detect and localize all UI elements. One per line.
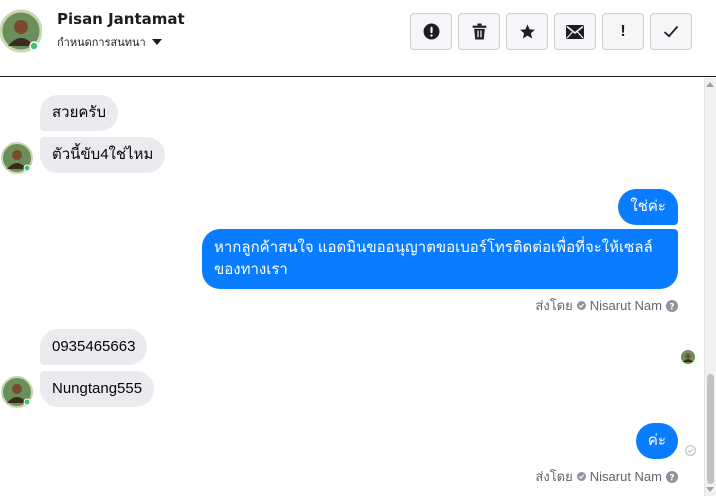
incoming-message[interactable]: Nungtang555 xyxy=(40,371,155,407)
sent-check-icon xyxy=(685,445,696,456)
trash-icon xyxy=(472,23,486,40)
sent-by-info: ส่งโดย Nisarut Nam ? xyxy=(535,295,678,316)
message-line: หากลูกค้าสนใจ แอดมินขออนุญาตขอเบอร์โทรติ… xyxy=(214,239,653,256)
scroll-up-arrow-icon[interactable] xyxy=(706,82,714,87)
thread-scrollbar[interactable] xyxy=(704,78,716,496)
incoming-message[interactable]: ตัวนี้ขับ4ใช่ไหม xyxy=(40,137,166,173)
outgoing-message[interactable]: ใช่ค่ะ xyxy=(618,189,678,225)
svg-text:?: ? xyxy=(669,302,674,312)
mark-unread-button[interactable] xyxy=(554,13,596,50)
check-icon xyxy=(663,25,679,38)
contact-name[interactable]: Pisan Jantamat xyxy=(57,10,185,28)
help-icon[interactable]: ? xyxy=(666,299,678,312)
scroll-down-arrow-icon[interactable] xyxy=(706,487,714,492)
contact-avatar-small xyxy=(1,142,33,174)
agent-name: Nisarut Nam xyxy=(589,469,662,484)
follow-up-button[interactable]: ! xyxy=(602,13,644,50)
caret-down-icon xyxy=(151,39,162,45)
mark-done-button[interactable] xyxy=(650,13,692,50)
svg-text:?: ? xyxy=(669,473,674,483)
seen-avatar xyxy=(681,350,695,364)
incoming-message[interactable]: 0935465663 xyxy=(40,329,148,365)
star-button[interactable] xyxy=(506,13,548,50)
agent-name: Nisarut Nam xyxy=(589,298,662,313)
message-line: ของทางเรา xyxy=(214,261,288,278)
outgoing-message[interactable]: หากลูกค้าสนใจ แอดมินขออนุญาตขอเบอร์โทรติ… xyxy=(202,229,678,289)
envelope-icon xyxy=(566,24,584,39)
scrollbar-thumb[interactable] xyxy=(707,374,714,484)
sent-by-info: ส่งโดย Nisarut Nam ? xyxy=(535,466,678,487)
verified-icon xyxy=(576,301,586,310)
assign-conversation-label: กำหนดการสนทนา xyxy=(57,36,146,49)
contact-avatar[interactable] xyxy=(0,8,42,54)
star-icon xyxy=(519,24,535,39)
outgoing-message[interactable]: ค่ะ xyxy=(635,423,678,459)
exclamation-circle-icon xyxy=(423,23,439,40)
spam-button[interactable] xyxy=(410,13,452,50)
verified-icon xyxy=(576,472,586,481)
assign-conversation-dropdown[interactable]: กำหนดการสนทนา xyxy=(57,33,162,51)
delete-button[interactable] xyxy=(458,13,500,50)
contact-avatar-small xyxy=(1,376,33,408)
sent-by-label: ส่งโดย xyxy=(535,298,573,313)
conversation-header: Pisan Jantamat กำหนดการสนทนา ! xyxy=(0,0,716,77)
exclamation-icon: ! xyxy=(620,22,626,40)
sent-by-label: ส่งโดย xyxy=(535,469,573,484)
incoming-message[interactable]: สวยครับ xyxy=(40,95,118,131)
help-icon[interactable]: ? xyxy=(666,470,678,483)
message-thread[interactable]: สวยครับ ตัวนี้ขับ4ใช่ไหม ใช่ค่ะ หากลูกค้… xyxy=(0,78,716,496)
